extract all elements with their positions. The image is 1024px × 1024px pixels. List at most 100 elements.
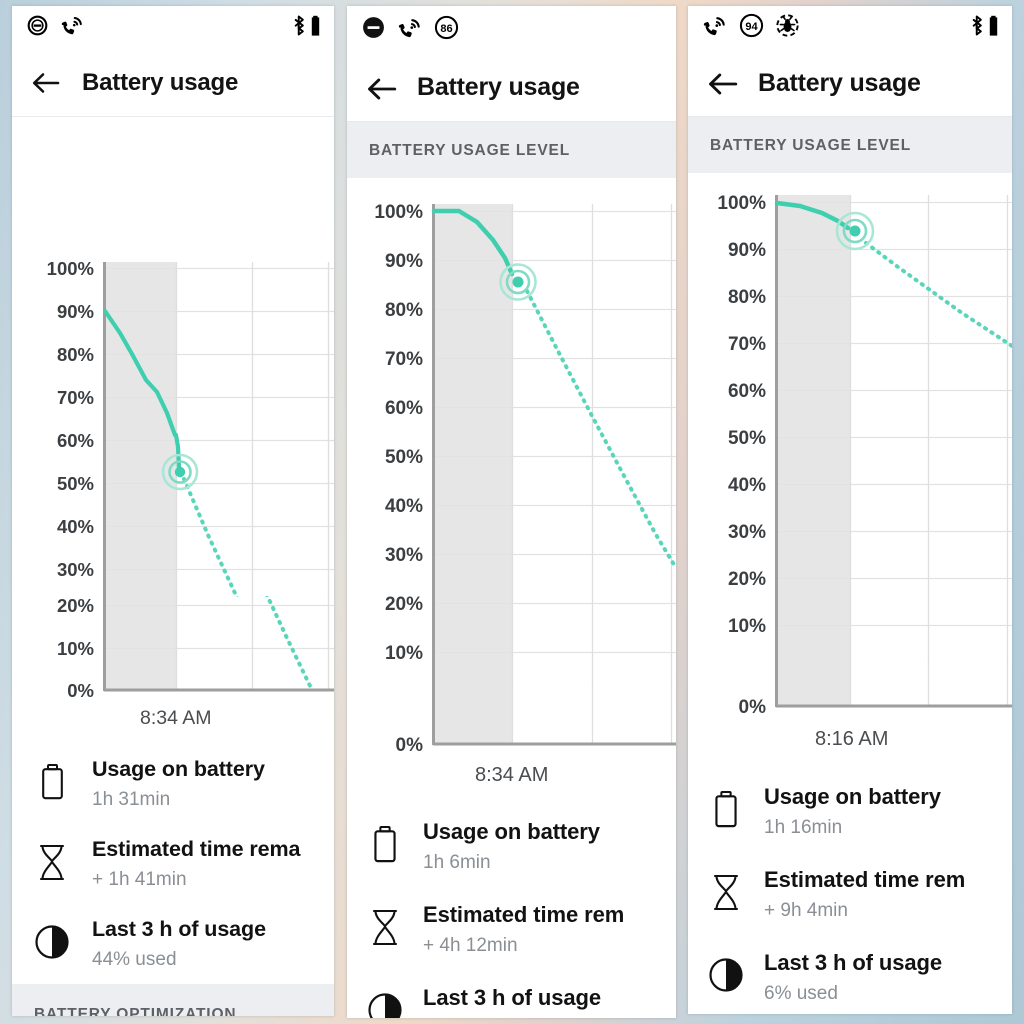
- battery-icon: [989, 15, 998, 42]
- call-wifi-icon: [397, 16, 423, 45]
- status-bar: 94: [688, 6, 1012, 50]
- app-bar: Battery usage: [688, 50, 1012, 117]
- list-item-title: Estimated time rem: [423, 902, 625, 927]
- svg-text:0%: 0%: [396, 735, 424, 756]
- chart-x-tick-label: 8:34 AM: [475, 764, 548, 786]
- svg-text:90%: 90%: [57, 301, 94, 322]
- battery-usage-level-section-header: BATTERY USAGE LEVEL: [347, 122, 676, 178]
- app-bar: Battery usage: [12, 50, 334, 117]
- screenshot-collage: Battery usage 100% 90% 80% 70% 60% 50% 4…: [0, 0, 1024, 1024]
- list-item-value: + 1h 41min: [92, 869, 187, 890]
- list-item[interactable]: Estimated time rem + 9h 4min: [688, 853, 1012, 936]
- svg-text:20%: 20%: [57, 596, 94, 616]
- svg-text:40%: 40%: [728, 475, 766, 496]
- pie-chart-icon: [12, 917, 92, 960]
- list-item[interactable]: Estimated time rema + 1h 41min: [12, 824, 334, 904]
- call-wifi-icon: [60, 14, 85, 42]
- chart-x-tick-label: 8:16 AM: [815, 728, 888, 750]
- do-not-disturb-filled-icon: [361, 15, 386, 45]
- svg-text:10%: 10%: [728, 616, 766, 637]
- battery-info-list: Usage on battery 1h 16min Estimated time…: [688, 762, 1012, 1014]
- svg-text:80%: 80%: [385, 300, 423, 321]
- list-item-title: Last 3 h of usage: [92, 917, 266, 941]
- page-title: Battery usage: [758, 68, 921, 97]
- battery-usage-screen-1: Battery usage 100% 90% 80% 70% 60% 50% 4…: [12, 6, 334, 1016]
- svg-text:70%: 70%: [57, 387, 94, 408]
- svg-text:60%: 60%: [385, 398, 423, 419]
- battery-icon: [688, 784, 764, 829]
- battery-percent-label: 94: [745, 21, 758, 33]
- svg-text:50%: 50%: [385, 447, 423, 468]
- battery-icon: [12, 757, 92, 801]
- list-item[interactable]: Last 3 h of usage 14% used: [347, 971, 676, 1018]
- hourglass-icon: [347, 902, 423, 946]
- battery-info-list: Usage on battery 1h 31min Estimated time…: [12, 736, 334, 984]
- svg-text:10%: 10%: [57, 638, 94, 659]
- back-arrow-icon[interactable]: [365, 72, 397, 104]
- do-not-disturb-icon: [26, 14, 49, 42]
- battery-usage-chart: 100% 90% 80% 70% 60% 50% 40% 30% 20% 10%…: [12, 117, 334, 736]
- svg-text:10%: 10%: [385, 643, 423, 664]
- battery-usage-chart: 100% 90% 80% 70% 60% 50% 40% 30% 20% 10%: [347, 178, 676, 797]
- svg-text:30%: 30%: [57, 559, 94, 580]
- svg-text:40%: 40%: [385, 496, 423, 517]
- bug-icon: [775, 13, 800, 43]
- svg-text:60%: 60%: [57, 430, 94, 451]
- battery-usage-level-section-header: BATTERY USAGE LEVEL: [688, 117, 1012, 173]
- hourglass-icon: [688, 867, 764, 911]
- pie-chart-icon: [688, 950, 764, 993]
- svg-text:90%: 90%: [728, 240, 766, 261]
- svg-text:0%: 0%: [739, 697, 767, 718]
- list-item-title: Usage on battery: [92, 757, 265, 781]
- svg-text:70%: 70%: [385, 349, 423, 370]
- svg-text:100%: 100%: [717, 193, 766, 214]
- svg-text:30%: 30%: [385, 545, 423, 566]
- battery-usage-chart: 100% 90% 80% 70% 60% 50% 40% 30% 20% 10%: [688, 173, 1012, 762]
- page-title: Battery usage: [82, 69, 239, 96]
- battery-icon: [311, 15, 320, 42]
- page-title: Battery usage: [417, 73, 580, 101]
- list-item-value: + 4h 12min: [423, 935, 518, 956]
- pie-chart-icon: [347, 985, 423, 1018]
- svg-text:100%: 100%: [47, 258, 94, 279]
- svg-text:60%: 60%: [728, 381, 766, 402]
- list-item-title: Usage on battery: [423, 819, 600, 844]
- battery-optimization-section-header: BATTERY OPTIMIZATION: [12, 984, 334, 1016]
- list-item[interactable]: Last 3 h of usage 6% used: [688, 936, 1012, 1014]
- chart-x-tick-label: 8:34 AM: [140, 707, 212, 729]
- svg-text:50%: 50%: [728, 428, 766, 449]
- list-item-value: 1h 16min: [764, 817, 843, 838]
- svg-text:100%: 100%: [374, 202, 423, 223]
- svg-text:70%: 70%: [728, 334, 766, 355]
- svg-text:40%: 40%: [57, 516, 94, 537]
- back-arrow-icon[interactable]: [30, 67, 62, 99]
- svg-text:80%: 80%: [728, 287, 766, 308]
- list-item-value: + 9h 4min: [764, 900, 848, 921]
- svg-text:20%: 20%: [728, 569, 766, 590]
- svg-text:50%: 50%: [57, 473, 94, 494]
- list-item-value: 1h 31min: [92, 789, 171, 810]
- bluetooth-icon: [291, 14, 308, 42]
- svg-text:30%: 30%: [728, 522, 766, 543]
- battery-percent-icon: 94: [739, 13, 764, 43]
- list-item-value: 1h 6min: [423, 852, 491, 873]
- list-item-title: Last 3 h of usage: [423, 985, 602, 1010]
- back-arrow-icon[interactable]: [706, 67, 738, 99]
- list-item-title: Last 3 h of usage: [764, 950, 943, 975]
- list-item[interactable]: Usage on battery 1h 16min: [688, 770, 1012, 853]
- svg-text:0%: 0%: [67, 680, 94, 701]
- list-item[interactable]: Usage on battery 1h 6min: [347, 805, 676, 888]
- list-item[interactable]: Estimated time rem + 4h 12min: [347, 888, 676, 971]
- svg-text:90%: 90%: [385, 251, 423, 272]
- svg-text:80%: 80%: [57, 344, 94, 365]
- list-item[interactable]: Last 3 h of usage 44% used: [12, 904, 334, 984]
- list-item-value: 6% used: [764, 983, 838, 1004]
- status-bar: 86: [347, 6, 676, 54]
- bluetooth-icon: [969, 14, 986, 42]
- battery-info-list: Usage on battery 1h 6min Estimated time …: [347, 797, 676, 1018]
- list-item-title: Estimated time rema: [92, 837, 301, 861]
- battery-percent-label: 86: [440, 23, 452, 35]
- list-item-value: 44% used: [92, 949, 177, 970]
- status-bar: [12, 6, 334, 50]
- list-item[interactable]: Usage on battery 1h 31min: [12, 744, 334, 824]
